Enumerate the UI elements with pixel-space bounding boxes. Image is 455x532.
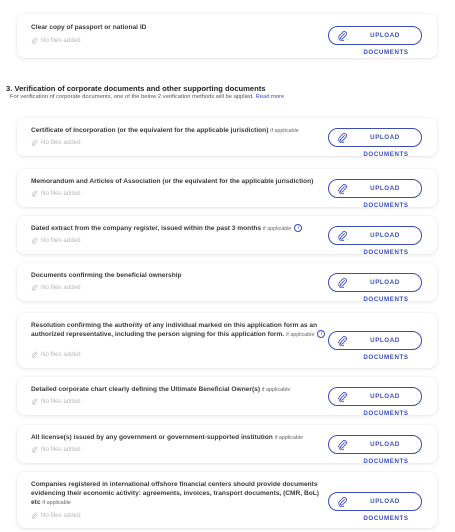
no-files-status: No files added [31,139,81,146]
paperclip-icon [31,446,38,453]
document-card-offshore-evidence: Companies registered in international of… [17,472,437,528]
card-title: Certificate of Incorporation (or the equ… [31,127,299,134]
card-title: Dated extract from the company register,… [31,224,351,234]
document-card-authority-resolution: Resolution confirming the authority of a… [17,313,437,368]
upload-documents-button[interactable]: UPLOAD DOCUMENTS [328,226,422,256]
card-title: Documents confirming the beneficial owne… [31,272,182,279]
document-card-beneficial-ownership: Documents confirming the beneficial owne… [17,263,437,303]
upload-documents-button[interactable]: UPLOAD DOCUMENTS [328,273,422,303]
document-card-certificate-of-incorporation: Certificate of Incorporation (or the equ… [17,118,437,158]
no-files-status: No files added [31,37,81,44]
no-files-status: No files added [31,284,81,291]
card-title: Memorandum and Articles of Association (… [31,178,314,185]
document-card-company-register-extract: Dated extract from the company register,… [17,216,437,256]
upload-documents-button[interactable]: UPLOAD DOCUMENTS [328,435,422,465]
paperclip-icon [31,351,38,358]
no-files-status: No files added [31,446,81,453]
upload-documents-button[interactable]: UPLOAD DOCUMENTS [328,387,422,417]
paperclip-icon [31,512,38,519]
card-title: Resolution confirming the authority of a… [31,321,329,340]
upload-documents-button[interactable]: UPLOAD DOCUMENTS [328,492,422,522]
card-title: Detailed corporate chart clearly definin… [31,386,291,393]
document-card-licenses: All license(s) issued by any government … [17,425,437,465]
section-title: 3. Verification of corporate documents a… [6,84,266,93]
no-files-status: No files added [31,351,81,358]
paperclip-icon [31,284,38,291]
upload-documents-button[interactable]: UPLOAD DOCUMENTS [328,128,422,158]
paperclip-icon [31,139,38,146]
info-icon[interactable]: i [317,330,326,339]
paperclip-icon [31,37,38,44]
no-files-status: No files added [31,512,81,519]
read-more-link[interactable]: Read more [256,94,285,100]
info-icon[interactable]: i [294,224,303,233]
card-title: All license(s) issued by any government … [31,434,304,441]
document-card-corporate-chart: Detailed corporate chart clearly definin… [17,377,437,417]
upload-documents-button[interactable]: UPLOAD DOCUMENTS [328,179,422,209]
no-files-status: No files added [31,237,81,244]
paperclip-icon [31,237,38,244]
no-files-status: No files added [31,398,81,405]
document-card-memorandum: Memorandum and Articles of Association (… [17,169,437,209]
paperclip-icon [31,398,38,405]
document-card-passport: Clear copy of passport or national ID No… [17,14,437,58]
upload-documents-button[interactable]: UPLOAD DOCUMENTS [328,331,422,361]
paperclip-icon [31,190,38,197]
card-title: Clear copy of passport or national ID [31,24,147,31]
no-files-status: No files added [31,190,81,197]
section-subtitle: For verification of corporate documents,… [10,94,285,100]
upload-documents-button[interactable]: UPLOAD DOCUMENTS [328,26,422,56]
card-title: Companies registered in international of… [31,481,319,506]
